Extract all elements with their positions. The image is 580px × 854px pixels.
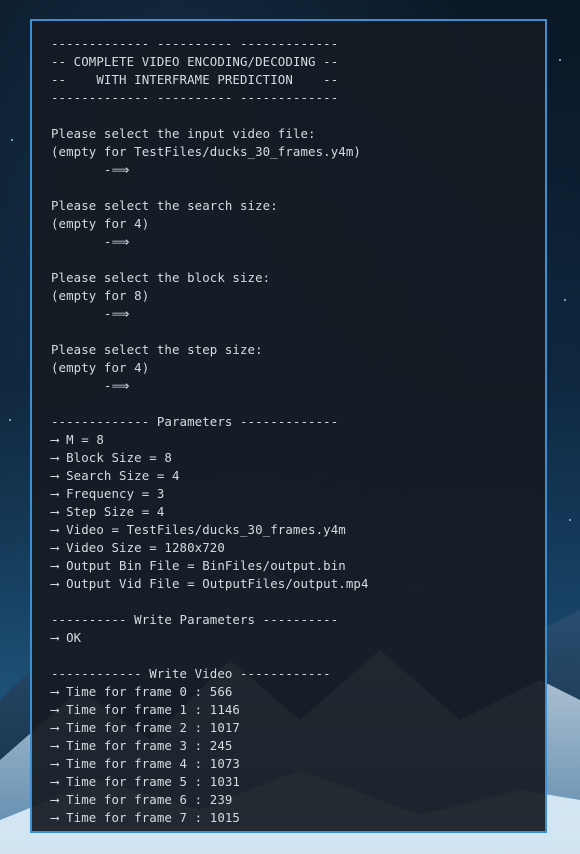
frame-time-line: ⟶ Time for frame 1 : 1146 xyxy=(51,702,240,717)
input-prompt[interactable]: -⟹ xyxy=(51,305,545,323)
parameter-line: ⟶ Step Size = 4 xyxy=(51,504,165,519)
terminal-window[interactable]: ------------- ---------- ------------- -… xyxy=(30,19,547,833)
section-header: ---------- Write Parameters ---------- xyxy=(51,612,339,627)
frame-time-line: ⟶ Time for frame 6 : 239 xyxy=(51,792,233,807)
parameter-line: ⟶ Search Size = 4 xyxy=(51,468,180,483)
terminal-line: ------------- ---------- ------------- xyxy=(51,90,339,105)
terminal-line: Please select the block size: xyxy=(51,270,271,285)
frame-time-line: ⟶ Time for frame 5 : 1031 xyxy=(51,774,240,789)
parameter-line: ⟶ Video Size = 1280x720 xyxy=(51,540,225,555)
parameter-line: ⟶ Block Size = 8 xyxy=(51,450,172,465)
parameter-line: ⟶ Video = TestFiles/ducks_30_frames.y4m xyxy=(51,522,346,537)
parameter-line: ⟶ Output Vid File = OutputFiles/output.m… xyxy=(51,576,369,591)
terminal-line: (empty for 8) xyxy=(51,288,150,303)
terminal-line: ------------- ---------- ------------- xyxy=(51,36,339,51)
terminal-line: (empty for 4) xyxy=(51,216,150,231)
parameter-line: ⟶ M = 8 xyxy=(51,432,104,447)
input-prompt[interactable]: -⟹ xyxy=(51,377,545,395)
terminal-line: Please select the search size: xyxy=(51,198,278,213)
input-prompt[interactable]: -⟹ xyxy=(51,233,545,251)
terminal-line: (empty for TestFiles/ducks_30_frames.y4m… xyxy=(51,144,361,159)
frame-time-line: ⟶ Time for frame 2 : 1017 xyxy=(51,720,240,735)
terminal-line: -- COMPLETE VIDEO ENCODING/DECODING -- xyxy=(51,54,339,69)
frame-time-line: ⟶ Time for frame 7 : 1015 xyxy=(51,810,240,825)
frame-time-line: ⟶ Time for frame 0 : 566 xyxy=(51,684,233,699)
frame-time-line: ⟶ Time for frame 3 : 245 xyxy=(51,738,233,753)
frame-time-line: ⟶ Time for frame 4 : 1073 xyxy=(51,756,240,771)
terminal-line: -- WITH INTERFRAME PREDICTION -- xyxy=(51,72,339,87)
input-prompt[interactable]: -⟹ xyxy=(51,161,545,179)
terminal-line: (empty for 4) xyxy=(51,360,150,375)
section-header: ------------- Parameters ------------- xyxy=(51,414,339,429)
terminal-line: Please select the step size: xyxy=(51,342,263,357)
parameter-line: ⟶ Output Bin File = BinFiles/output.bin xyxy=(51,558,346,573)
section-header: ------------ Write Video ------------ xyxy=(51,666,331,681)
parameter-line: ⟶ Frequency = 3 xyxy=(51,486,165,501)
terminal-output: ------------- ---------- ------------- -… xyxy=(32,21,545,827)
status-line: ⟶ OK xyxy=(51,630,82,645)
terminal-line: Please select the input video file: xyxy=(51,126,316,141)
